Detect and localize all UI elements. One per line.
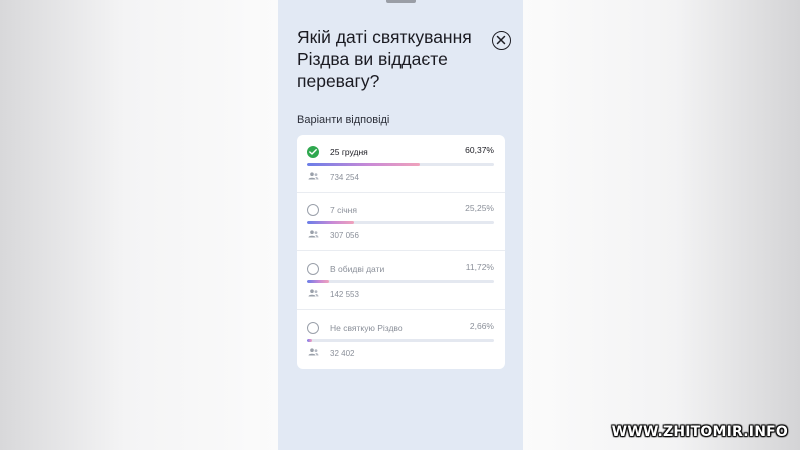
poll-options-card: 25 грудня 60,37% 734 254 7 січня 25,25%	[297, 135, 505, 369]
option-votes: 734 254	[330, 173, 359, 182]
option-votes: 32 402	[330, 349, 355, 358]
radio-unchecked[interactable]	[307, 263, 319, 275]
poll-screen: Якій даті святкування Різдва ви віддаєте…	[278, 0, 523, 450]
result-bar-fill	[307, 280, 329, 283]
users-icon	[308, 172, 319, 180]
radio-unchecked[interactable]	[307, 204, 319, 216]
option-label: Не святкую Різдво	[330, 323, 403, 333]
result-bar	[307, 221, 494, 224]
left-background	[0, 0, 278, 450]
result-bar	[307, 280, 494, 283]
users-icon	[308, 230, 319, 238]
poll-option-4[interactable]: Не святкую Різдво 2,66% 32 402	[297, 311, 505, 369]
result-bar-fill	[307, 221, 355, 224]
answers-heading: Варіанти відповіді	[297, 114, 390, 126]
site-watermark: WWW.ZHITOMIR.INFO	[611, 424, 788, 440]
option-percent: 60,37%	[465, 145, 494, 155]
option-label: 25 грудня	[330, 147, 368, 157]
option-label: В обидві дати	[330, 264, 385, 274]
poll-option-2[interactable]: 7 січня 25,25% 307 056	[297, 193, 505, 251]
result-bar	[307, 339, 494, 342]
option-votes: 307 056	[330, 231, 359, 240]
top-handle	[386, 0, 416, 3]
option-votes: 142 553	[330, 290, 359, 299]
poll-option-3[interactable]: В обидві дати 11,72% 142 553	[297, 252, 505, 310]
right-background	[523, 0, 800, 450]
poll-question: Якій даті святкування Різдва ви віддаєте…	[297, 27, 472, 91]
result-bar	[307, 163, 494, 166]
option-label: 7 січня	[330, 205, 357, 215]
result-bar-fill	[307, 163, 420, 166]
poll-option-1[interactable]: 25 грудня 60,37% 734 254	[297, 135, 505, 193]
radio-checked[interactable]	[307, 146, 319, 158]
option-percent: 2,66%	[469, 321, 494, 331]
check-icon	[309, 149, 317, 155]
close-icon	[496, 35, 506, 45]
option-percent: 25,25%	[465, 203, 494, 213]
users-icon	[308, 289, 319, 297]
result-bar-fill	[307, 339, 312, 342]
radio-unchecked[interactable]	[307, 322, 319, 334]
option-percent: 11,72%	[465, 262, 494, 272]
close-button[interactable]	[492, 31, 511, 50]
users-icon	[308, 348, 319, 356]
